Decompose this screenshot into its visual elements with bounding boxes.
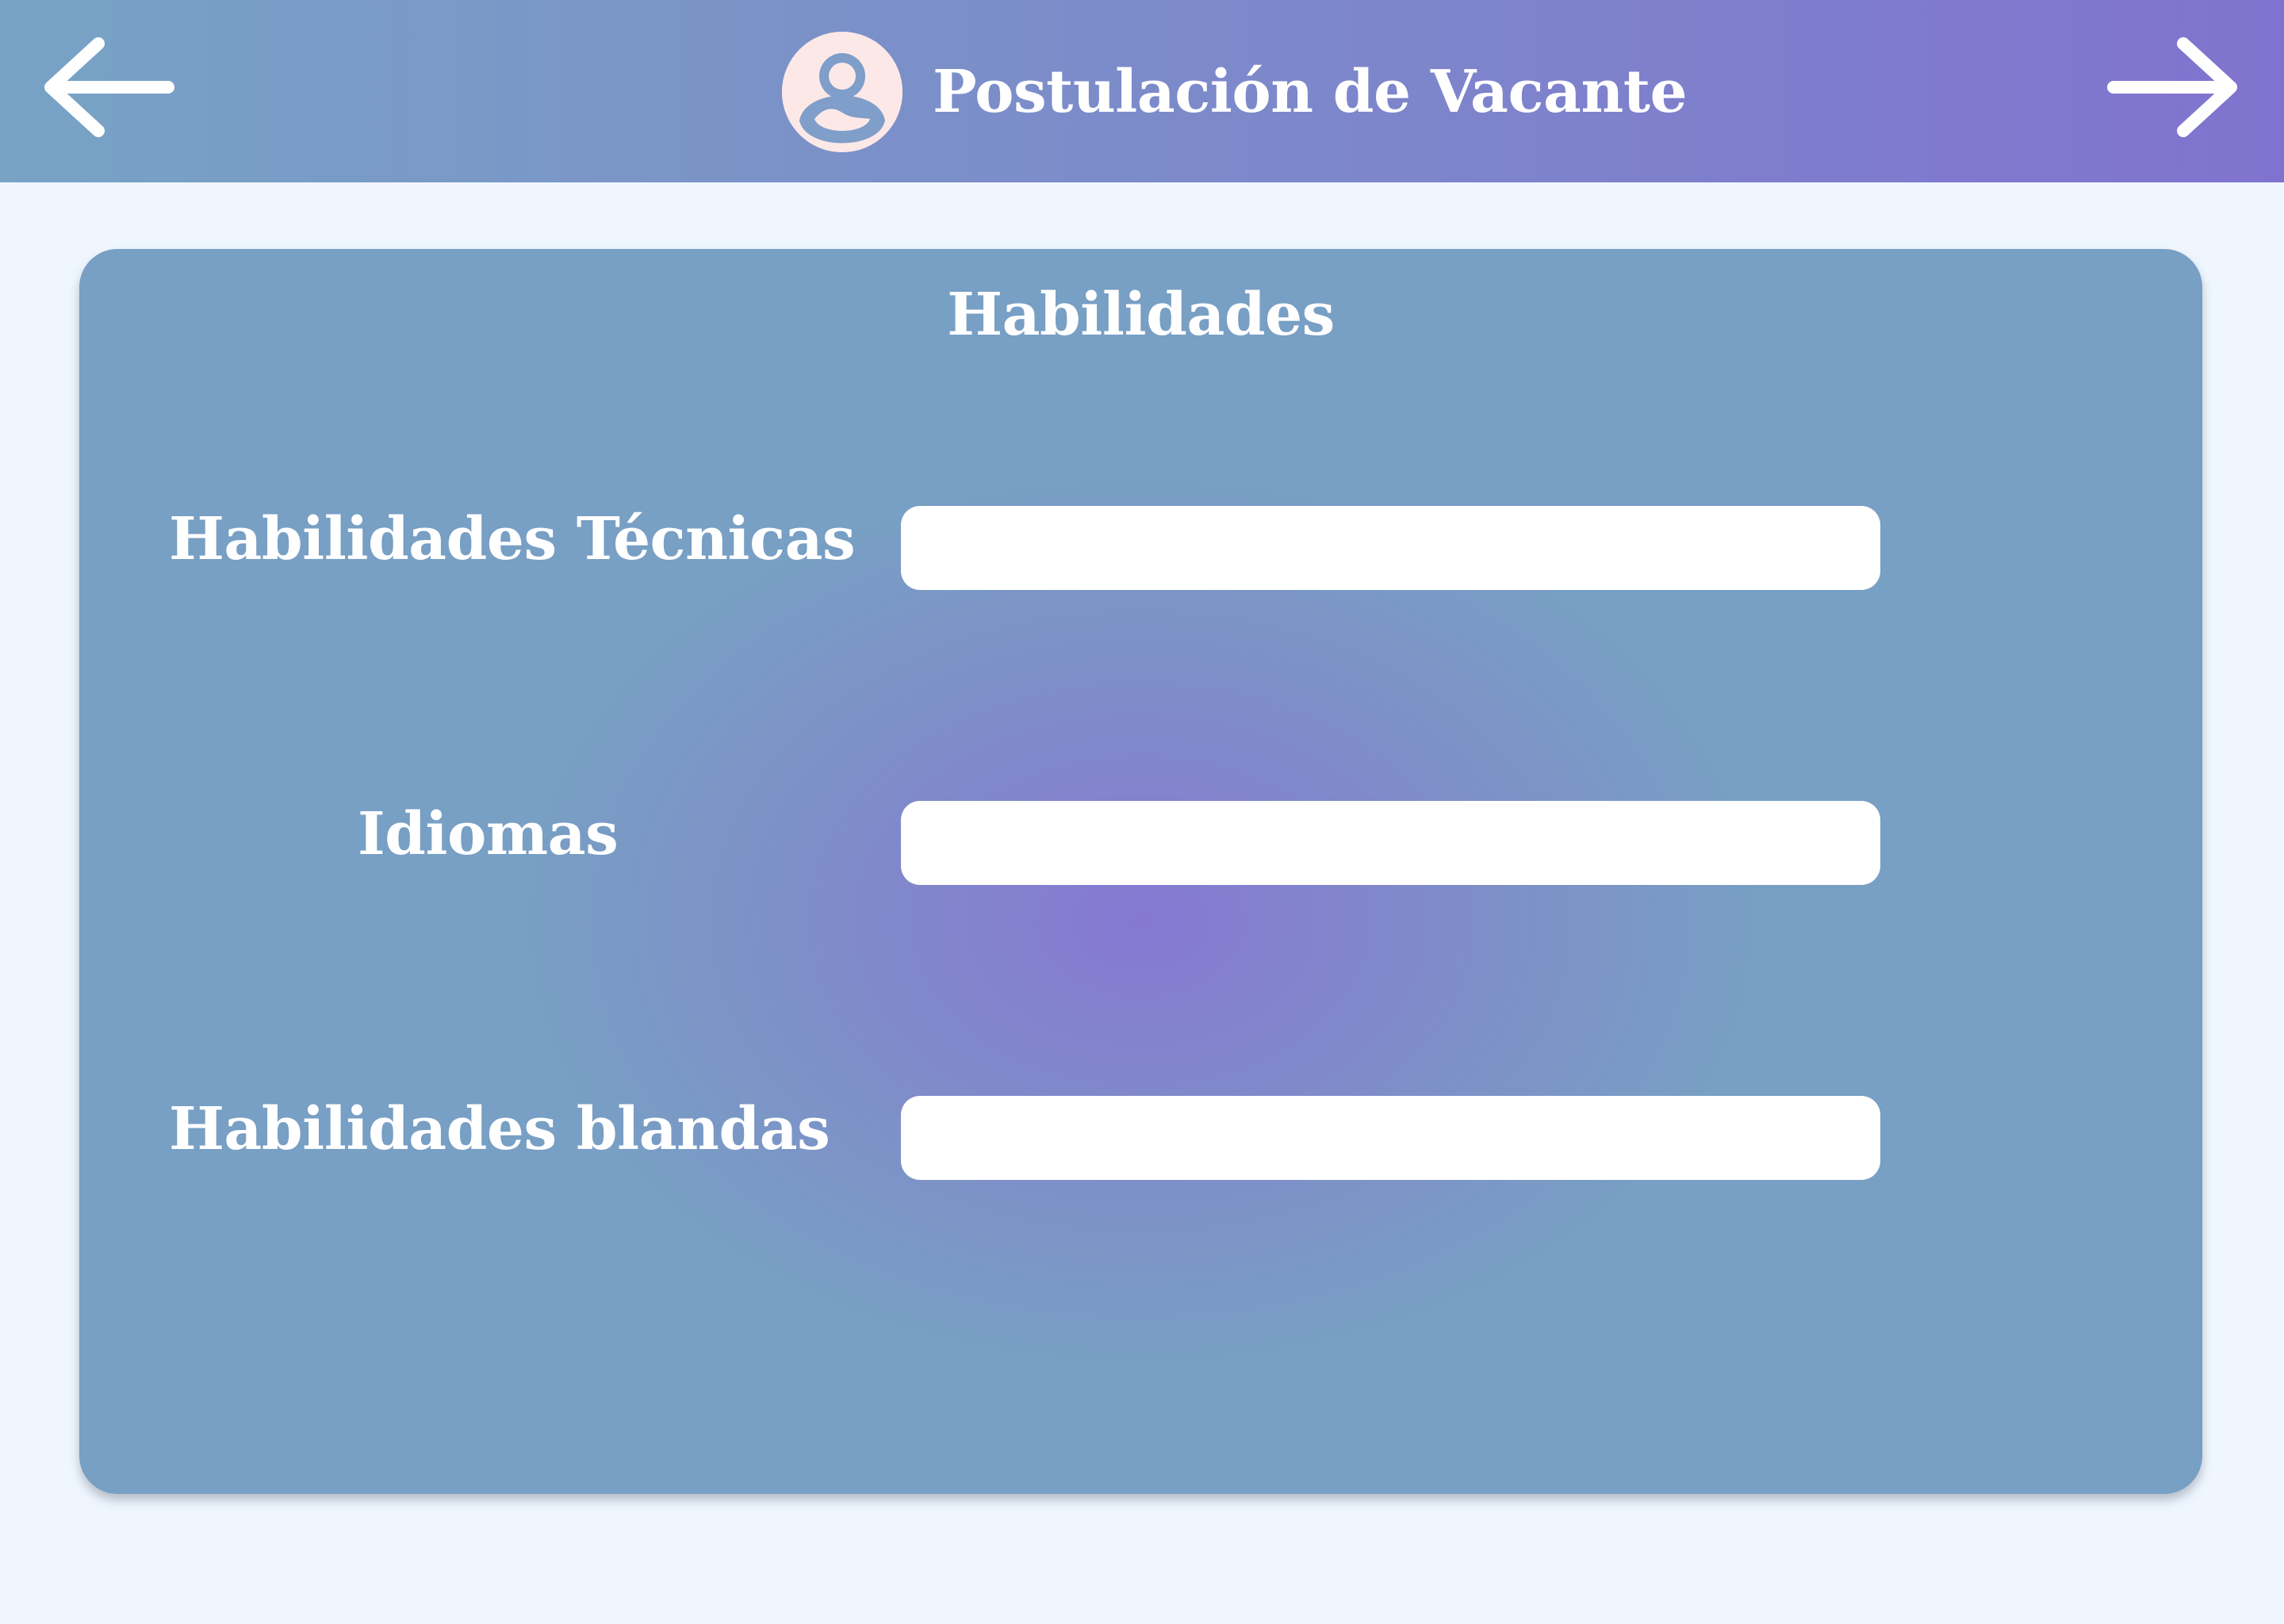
- user-avatar-icon[interactable]: [782, 32, 902, 152]
- soft-skills-label: Habilidades blandas: [169, 1095, 830, 1163]
- app-header: Postulación de Vacante: [0, 0, 2284, 182]
- technical-skills-input[interactable]: [901, 506, 1880, 590]
- arrow-right-icon: [2107, 37, 2237, 137]
- skills-card: Habilidades Habilidades Técnicas Idiomas…: [79, 249, 2202, 1494]
- header-title-group: Postulación de Vacante: [782, 32, 1688, 152]
- arrow-left-icon: [44, 37, 174, 137]
- technical-skills-label: Habilidades Técnicas: [169, 505, 856, 573]
- soft-skills-input[interactable]: [901, 1096, 1880, 1180]
- card-title: Habilidades: [947, 281, 1335, 349]
- languages-label: Idiomas: [358, 800, 619, 868]
- page-title: Postulación de Vacante: [933, 58, 1688, 126]
- forward-button[interactable]: [2106, 36, 2240, 139]
- languages-input[interactable]: [901, 801, 1880, 885]
- back-button[interactable]: [41, 36, 176, 139]
